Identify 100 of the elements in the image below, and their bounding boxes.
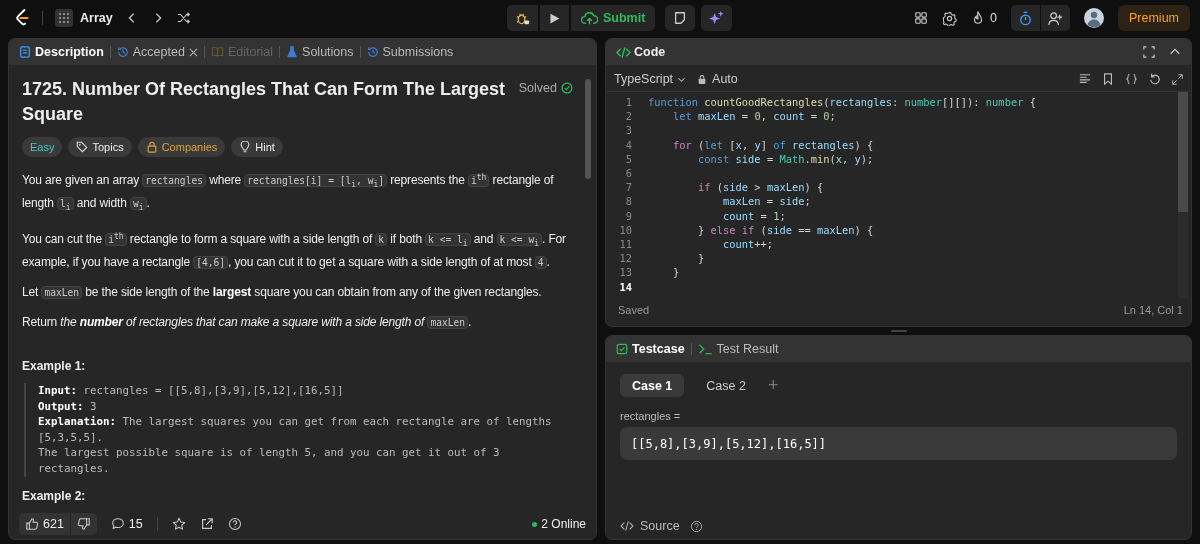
cursor-position: Ln 14, Col 1	[1123, 304, 1183, 316]
cloud-upload-icon	[581, 10, 598, 26]
auto-mode-label[interactable]: Auto	[697, 72, 738, 86]
dislike-button[interactable]	[70, 513, 97, 535]
close-icon[interactable]	[188, 47, 198, 57]
lock-icon	[145, 141, 158, 153]
resize-handle[interactable]	[890, 330, 907, 332]
scrollbar[interactable]	[1178, 92, 1188, 298]
run-button[interactable]	[540, 5, 569, 31]
play-icon	[548, 11, 561, 25]
comments-button[interactable]: 15	[110, 517, 143, 531]
code-line: count = 1;	[722, 209, 786, 222]
submit-button[interactable]: Submit	[571, 5, 656, 31]
format-icon[interactable]	[1079, 73, 1091, 85]
thumbs-down-icon	[76, 517, 91, 531]
line-number: 3	[624, 124, 633, 137]
timer-button[interactable]	[1011, 5, 1040, 31]
tag[interactable]: Hint	[231, 137, 283, 157]
problem-list-button[interactable]: Array	[55, 9, 113, 27]
tag[interactable]: Topics	[68, 137, 132, 157]
lock-icon	[697, 73, 708, 85]
code-line: count++;	[722, 237, 774, 250]
line-number: 9	[624, 209, 633, 222]
document-icon	[19, 46, 31, 58]
check-circle-icon	[561, 82, 573, 94]
code-line: } else if (side == maxLen) {	[697, 223, 874, 236]
example-block: Input: rectangles = [[5,8],[3,9],[5,12],[16,5]] Output: 3 Explanation: The largest squares you can get from each rectangle are of lengths [5,3,5,5]. The largest possible square is of length 5, and you can get it out of 3 rectangles.	[24, 383, 573, 477]
line-number: 14	[618, 280, 633, 293]
line-number: 13	[618, 266, 633, 279]
save-status: Saved	[618, 304, 650, 316]
line-number: 4	[624, 138, 633, 151]
line-number: 11	[618, 237, 633, 250]
code-line: maxLen = side;	[722, 195, 811, 208]
case-tab[interactable]: Case 2	[694, 374, 758, 397]
shuffle-icon[interactable]	[176, 11, 191, 25]
language-dropdown[interactable]: TypeScript	[614, 72, 687, 86]
tab[interactable]: Accepted	[116, 45, 198, 59]
line-number: 6	[624, 167, 633, 180]
sparkle-icon	[709, 10, 725, 26]
help-icon[interactable]	[689, 519, 703, 533]
logo-icon[interactable]	[14, 8, 30, 28]
invite-button[interactable]	[1041, 5, 1070, 31]
flask-icon	[286, 46, 299, 58]
fullscreen-icon[interactable]	[1143, 46, 1155, 58]
ai-button[interactable]	[701, 5, 733, 31]
line-number: 5	[624, 152, 633, 165]
code-line: let maxLen = 0, count = 0;	[672, 110, 836, 123]
stopwatch-icon	[1018, 10, 1033, 26]
layout-icon[interactable]	[914, 11, 929, 25]
checkbox-icon	[616, 343, 628, 355]
add-user-icon	[1048, 10, 1063, 26]
notes-button[interactable]	[665, 5, 696, 31]
tab[interactable]: Description	[19, 45, 104, 59]
premium-button[interactable]: Premium	[1118, 5, 1190, 31]
code-icon	[620, 520, 634, 532]
code-line: }	[697, 252, 705, 265]
tag-icon	[76, 141, 89, 153]
line-number: 7	[624, 181, 633, 194]
streak-counter[interactable]: 0	[971, 11, 997, 25]
source-button[interactable]: Source	[620, 519, 680, 533]
case-tab[interactable]: Case 1	[620, 374, 685, 397]
panel-title: Code	[616, 45, 666, 59]
terminal-icon	[697, 343, 713, 355]
line-number: 12	[618, 252, 633, 265]
code-line: for (let [x, y] of rectangles) {	[672, 138, 874, 151]
bookmark-icon[interactable]	[1102, 73, 1114, 85]
online-count: 2 Online	[532, 517, 586, 531]
share-icon[interactable]	[199, 517, 214, 531]
like-button[interactable]: 621	[19, 513, 70, 535]
code-line: function countGoodRectangles(rectangles: number[][]): number {	[648, 96, 1036, 109]
solved-status: Solved	[518, 81, 573, 95]
help-icon[interactable]	[227, 517, 242, 531]
example-heading: Example 2:	[22, 488, 87, 503]
book-icon	[210, 46, 224, 58]
lightbulb-icon	[239, 141, 252, 153]
reset-icon[interactable]	[1149, 73, 1161, 85]
braces-icon[interactable]	[1125, 73, 1138, 85]
paragraph: Return the number of rectangles that can make a square with a side length of maxLen .	[22, 314, 473, 332]
tag[interactable]: Companies	[137, 137, 226, 157]
comment-icon	[110, 517, 125, 531]
grid-icon	[55, 9, 73, 27]
star-icon[interactable]	[171, 517, 186, 531]
settings-icon[interactable]	[942, 10, 958, 26]
tab[interactable]: Solutions	[286, 45, 354, 59]
line-number: 1	[624, 96, 633, 109]
tab[interactable]: Test Result	[697, 342, 779, 356]
expand-icon[interactable]	[1172, 73, 1183, 85]
example-heading: Example 1:	[22, 359, 87, 374]
input-field[interactable]: [[5,8],[3,9],[5,12],[16,5]]	[620, 427, 1177, 460]
thumbs-up-icon	[25, 517, 39, 531]
tag[interactable]: Easy	[22, 137, 63, 157]
code-line: if (side > maxLen) {	[697, 181, 824, 194]
tab[interactable]: Submissions	[366, 45, 454, 59]
paragraph: Let maxLen be the side length of the largest square you can obtain from any of the given rectangles.	[22, 284, 543, 302]
code-line: const side = Math.min(x, y);	[697, 152, 874, 165]
line-number: 10	[618, 223, 633, 236]
debug-button[interactable]	[507, 5, 538, 31]
avatar[interactable]	[1084, 8, 1104, 28]
paragraph: You are given an array rectangles where rectangles[i] = [l$_{i}$, w$_{i}$] represents the i$^{th}$ rectangle of length l$_{i}$ and width w$_{i}$ .	[22, 172, 555, 214]
tab[interactable]: Testcase	[616, 342, 685, 356]
